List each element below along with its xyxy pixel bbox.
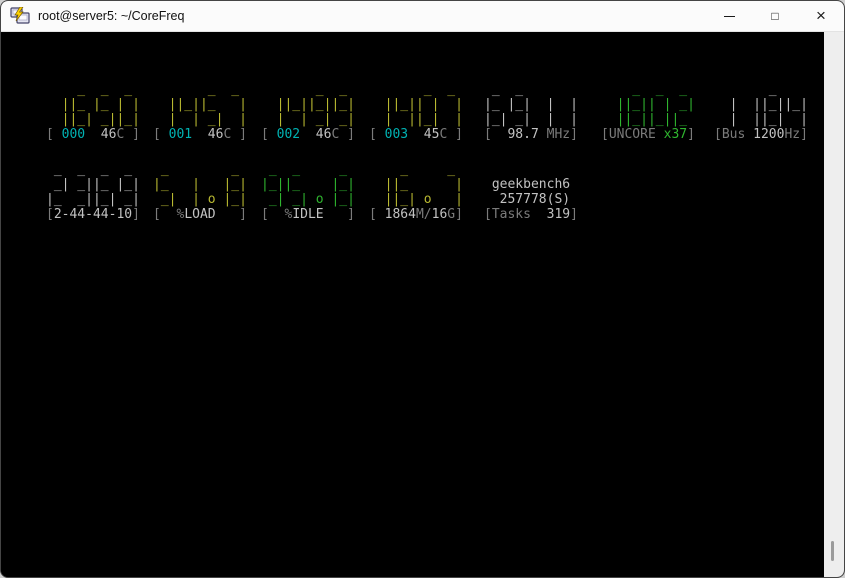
seven-segment-art: |_||_ |_| [261,177,355,192]
scrollbar-track[interactable] [824,32,844,577]
seven-segment-art: _ _ _ [46,82,140,97]
dashboard-box-core-001-frequency: _ _ ||_||_ | | | _| |[ 001 46C ] [153,82,247,142]
box-label: [ 002 46C ] [261,127,355,142]
seven-segment-art: | | _| | [153,112,247,127]
box-label: [UNCORE x37] [601,127,695,142]
window-title: root@server5: ~/CoreFreq [38,9,185,23]
window-titlebar[interactable]: root@server5: ~/CoreFreq □ × [1,1,844,32]
seven-segment-art: _ _ _ [601,82,695,97]
scrollbar-thumb[interactable] [831,541,834,561]
seven-segment-art: ||_| o | [369,192,463,207]
seven-segment-art: |_ |_| | | [484,97,578,112]
seven-segment-art: _ [714,82,808,97]
box-label: [ 003 45C ] [369,127,463,142]
box-label: [ 1864M/16G] [369,207,463,222]
box-label: [ 001 46C ] [153,127,247,142]
seven-segment-art: 257778(S) [484,192,578,207]
seven-segment-art: ||_||_ | [153,97,247,112]
seven-segment-art: ||_ |_ | | [46,97,140,112]
seven-segment-art [484,162,578,177]
seven-segment-art: _| _||_ |_| [46,177,140,192]
seven-segment-art: geekbench6 [484,177,578,192]
dashboard-box-cpu-idle-percent: _ _ _ |_||_ |_| _| _| o |_|[ %IDLE ] [261,162,355,222]
box-label: [Bus 1200Hz] [714,127,808,142]
putty-app-icon[interactable] [10,6,30,25]
box-label: [ %LOAD ] [153,207,247,222]
seven-segment-art: ||_|| | | [369,97,463,112]
seven-segment-art: _ _ _ _ [46,162,140,177]
dashboard-box-core-000-frequency: _ _ _ ||_ |_ | | ||_| _||_|[ 000 46C ] [46,82,140,142]
seven-segment-art: ||_||_||_ [601,112,695,127]
window-controls: □ × [706,1,844,31]
seven-segment-art: _ _ [153,82,247,97]
seven-segment-art: _ _ [484,82,578,97]
seven-segment-art: ||_| _||_| [46,112,140,127]
box-label: [2-44-44-10] [46,207,140,222]
box-label: [ 98.7 MHz] [484,127,578,142]
putty-window: root@server5: ~/CoreFreq □ × _ _ _ ||_ |… [0,0,845,578]
terminal-screen[interactable]: _ _ _ ||_ |_ | | ||_| _||_|[ 000 46C ] _… [1,32,824,577]
dashboard-box-dram-timings: _ _ _ _ _| _||_ |_| |_ _||_| _| [2-44-44-1… [46,162,140,222]
maximize-button[interactable]: □ [752,1,798,31]
close-button[interactable]: × [798,1,844,31]
seven-segment-art: | | _| _| [261,112,355,127]
dashboard-box-base-clock: _ _ |_ |_| | | |_| _| | |[ 98.7 MHz] [484,82,578,142]
dashboard-box-cpu-load-percent: _ _ |_ | |_| _| | o |_|[ %LOAD ] [153,162,247,222]
seven-segment-art: | ||_||_| [714,97,808,112]
dashboard-box-core-003-frequency: _ _ ||_|| | | | ||_| |[ 003 45C ] [369,82,463,142]
seven-segment-art: _| | o |_| [153,192,247,207]
seven-segment-art: ||_||_||_| [261,97,355,112]
minimize-line-icon [723,15,735,17]
dashboard-box-memory-usage: _ _ ||_ | ||_| o |[ 1864M/16G] [369,162,463,222]
seven-segment-art: |_| _| | | [484,112,578,127]
dashboard-box-uncore-frequency: _ _ _ ||_|| | _| ||_||_||_ [UNCORE x37] [601,82,695,142]
seven-segment-art: ||_ | [369,177,463,192]
seven-segment-art: _ _ [153,162,247,177]
box-label: [ 000 46C ] [46,127,140,142]
seven-segment-art: |_ _||_| _| [46,192,140,207]
box-label: [Tasks 319] [484,207,578,222]
seven-segment-art: ||_|| | _| [601,97,695,112]
seven-segment-art: |_ | |_| [153,177,247,192]
box-label: [ %IDLE ] [261,207,355,222]
minimize-button[interactable] [706,1,752,31]
seven-segment-art: _ _ [261,82,355,97]
seven-segment-art: | ||_| | [714,112,808,127]
dashboard-box-bus-frequency: _ | ||_||_| | ||_| | [Bus 1200Hz] [714,82,808,142]
dashboard-box-core-002-frequency: _ _ ||_||_||_| | | _| _|[ 002 46C ] [261,82,355,142]
seven-segment-art: _ _ _ [261,162,355,177]
seven-segment-art: _ _ [369,162,463,177]
dashboard-box-task-monitor: geekbench6 257778(S) [Tasks 319] [484,162,578,222]
seven-segment-art: _ _ [369,82,463,97]
seven-segment-art: | ||_| | [369,112,463,127]
seven-segment-art: _| _| o |_| [261,192,355,207]
